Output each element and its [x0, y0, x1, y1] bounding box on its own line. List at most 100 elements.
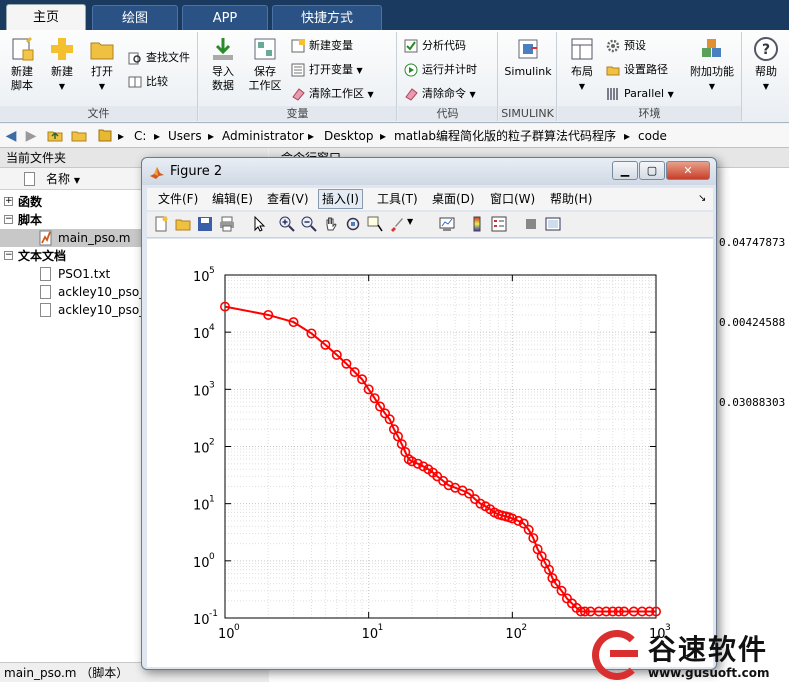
- minimize-button[interactable]: ▁: [612, 161, 638, 180]
- brush-dropdown-icon[interactable]: ▼: [407, 217, 413, 226]
- forward-arrow-icon[interactable]: ▶: [22, 127, 40, 145]
- menu-window[interactable]: 窗口(W): [487, 189, 538, 209]
- matlab-logo-icon: [150, 167, 164, 179]
- figure-toolbar: ▼: [147, 212, 713, 238]
- environment-group-label: 环境: [558, 106, 741, 121]
- menu-insert[interactable]: 插入(I): [318, 189, 363, 209]
- tab-apps[interactable]: APP: [182, 5, 268, 30]
- run-and-time-button[interactable]: 运行并计时: [402, 60, 477, 80]
- chevron-down-icon: ▼: [762, 82, 770, 91]
- menu-help[interactable]: 帮助(H): [547, 189, 595, 209]
- open-file-icon[interactable]: [175, 216, 191, 232]
- new-script-button[interactable]: 新建 脚本: [2, 34, 42, 100]
- menu-tools[interactable]: 工具(T): [374, 189, 421, 209]
- y-tick-label: 10: [193, 613, 210, 628]
- simulink-button[interactable]: Simulink: [503, 34, 553, 100]
- file-type-icon: [24, 172, 35, 186]
- sort-arrow-icon: ▼: [73, 176, 80, 185]
- analyze-code-button[interactable]: 分析代码: [402, 36, 466, 56]
- simulink-icon: [518, 39, 538, 59]
- pointer-icon[interactable]: [251, 216, 267, 232]
- open-variable-button[interactable]: 打开变量 ▼: [289, 60, 363, 80]
- add-ons-button[interactable]: 附加功能 ▼: [686, 34, 738, 100]
- chevron-down-icon: ▼: [469, 90, 476, 99]
- new-variable-button[interactable]: 新建变量: [289, 36, 353, 56]
- y-tick-exponent: 2: [209, 438, 215, 448]
- import-data-button[interactable]: 导入 数据: [203, 34, 243, 100]
- maximize-button[interactable]: ▢: [639, 161, 665, 180]
- breadcrumb-item[interactable]: matlab编程简化版的粒子群算法代码程序: [394, 124, 616, 148]
- save-workspace-button[interactable]: 保存 工作区: [245, 34, 285, 100]
- compare-button[interactable]: 比较: [126, 72, 168, 92]
- help-button[interactable]: ? 帮助 ▼: [746, 34, 786, 100]
- breadcrumb-item[interactable]: Users: [168, 124, 202, 148]
- new-figure-icon[interactable]: [153, 216, 169, 232]
- simulink-group-label: SIMULINK: [499, 106, 556, 121]
- watermark-brand: 谷速软件: [648, 633, 769, 666]
- back-arrow-icon[interactable]: ◀: [2, 127, 20, 145]
- new-variable-icon: [291, 39, 305, 53]
- preferences-button[interactable]: 预设: [604, 36, 646, 56]
- clear-workspace-button[interactable]: 清除工作区 ▼: [289, 84, 374, 104]
- parallel-button[interactable]: Parallel ▼: [604, 84, 674, 104]
- legend-icon[interactable]: [491, 216, 507, 232]
- hide-plot-tools-icon[interactable]: [523, 216, 539, 232]
- print-icon[interactable]: [219, 216, 235, 232]
- menu-desktop[interactable]: 桌面(D): [429, 189, 478, 209]
- x-tick-exponent: 2: [521, 623, 527, 633]
- brush-icon[interactable]: [389, 216, 405, 232]
- browse-folder-icon[interactable]: [70, 127, 88, 145]
- tab-shortcuts[interactable]: 快捷方式: [272, 5, 382, 30]
- menu-edit[interactable]: 编辑(E): [209, 189, 256, 209]
- figure-window[interactable]: Figure 2 ▁ ▢ ✕ 文件(F) 编辑(E) 查看(V) 插入(I) 工…: [141, 157, 717, 670]
- expand-icon[interactable]: +: [4, 197, 13, 206]
- ribbon: 新建 脚本 新建 ▼ 打开 ▼ 查找文件 比较 文件 导入 数据 保存 工作区 …: [0, 30, 789, 123]
- menubar-overflow-icon[interactable]: ↘: [695, 189, 709, 209]
- y-tick-label: 10: [193, 384, 210, 399]
- layout-button[interactable]: 布局 ▼: [562, 34, 602, 100]
- zoom-in-icon[interactable]: [279, 216, 295, 232]
- breadcrumb-item[interactable]: C:: [134, 124, 146, 148]
- new-script-icon: [12, 37, 34, 61]
- y-tick-label: 10: [193, 556, 210, 571]
- new-button[interactable]: 新建 ▼: [42, 34, 82, 100]
- menu-view[interactable]: 查看(V): [264, 189, 312, 209]
- figure-titlebar[interactable]: Figure 2 ▁ ▢ ✕: [142, 158, 716, 185]
- set-path-button[interactable]: 设置路径: [604, 60, 668, 80]
- up-folder-icon[interactable]: [46, 127, 64, 145]
- rotate-3d-icon[interactable]: [345, 216, 361, 232]
- convergence-plot[interactable]: 10 0 10 1 10 2 10 310 -110 010 110 210 310 410 5: [147, 239, 713, 667]
- y-tick-exponent: 0: [209, 552, 215, 562]
- figure-canvas[interactable]: 10 0 10 1 10 2 10 3 10 -1 10 0 10 1 10 2 10 3 10 4 10 5: [147, 239, 713, 667]
- tab-plots[interactable]: 绘图: [92, 5, 178, 30]
- chevron-down-icon: ▼: [708, 82, 716, 91]
- colorbar-icon[interactable]: [469, 216, 485, 232]
- breadcrumb-separator: ▸: [118, 129, 125, 143]
- breadcrumb-item[interactable]: code: [638, 124, 667, 148]
- output-value: 0.03088303: [719, 396, 786, 409]
- output-value: 0.00424588: [719, 316, 786, 329]
- link-plot-icon[interactable]: [439, 216, 455, 232]
- chevron-down-icon: ▼: [578, 82, 586, 91]
- open-button[interactable]: 打开 ▼: [82, 34, 122, 100]
- ribbon-tabbar: 主页 绘图 APP 快捷方式: [0, 0, 789, 31]
- parallel-icon: [607, 88, 618, 100]
- breadcrumb-item[interactable]: Administrator: [222, 124, 304, 148]
- zoom-out-icon[interactable]: [301, 216, 317, 232]
- menu-file[interactable]: 文件(F): [155, 189, 201, 209]
- tab-home[interactable]: 主页: [6, 4, 86, 31]
- watermark-logo-bar: [610, 650, 638, 657]
- collapse-icon[interactable]: −: [4, 215, 13, 224]
- layout-icon: [571, 38, 593, 60]
- collapse-icon[interactable]: −: [4, 251, 13, 260]
- folder-icon: [96, 127, 114, 145]
- close-button[interactable]: ✕: [666, 161, 710, 180]
- breadcrumb-item[interactable]: Desktop: [324, 124, 374, 148]
- show-plot-tools-icon[interactable]: [545, 216, 561, 232]
- find-files-button[interactable]: 查找文件: [126, 48, 190, 68]
- import-data-icon: [213, 38, 233, 60]
- save-icon[interactable]: [197, 216, 213, 232]
- data-cursor-icon[interactable]: [367, 216, 383, 232]
- pan-hand-icon[interactable]: [323, 216, 339, 232]
- clear-commands-button[interactable]: 清除命令 ▼: [402, 84, 476, 104]
